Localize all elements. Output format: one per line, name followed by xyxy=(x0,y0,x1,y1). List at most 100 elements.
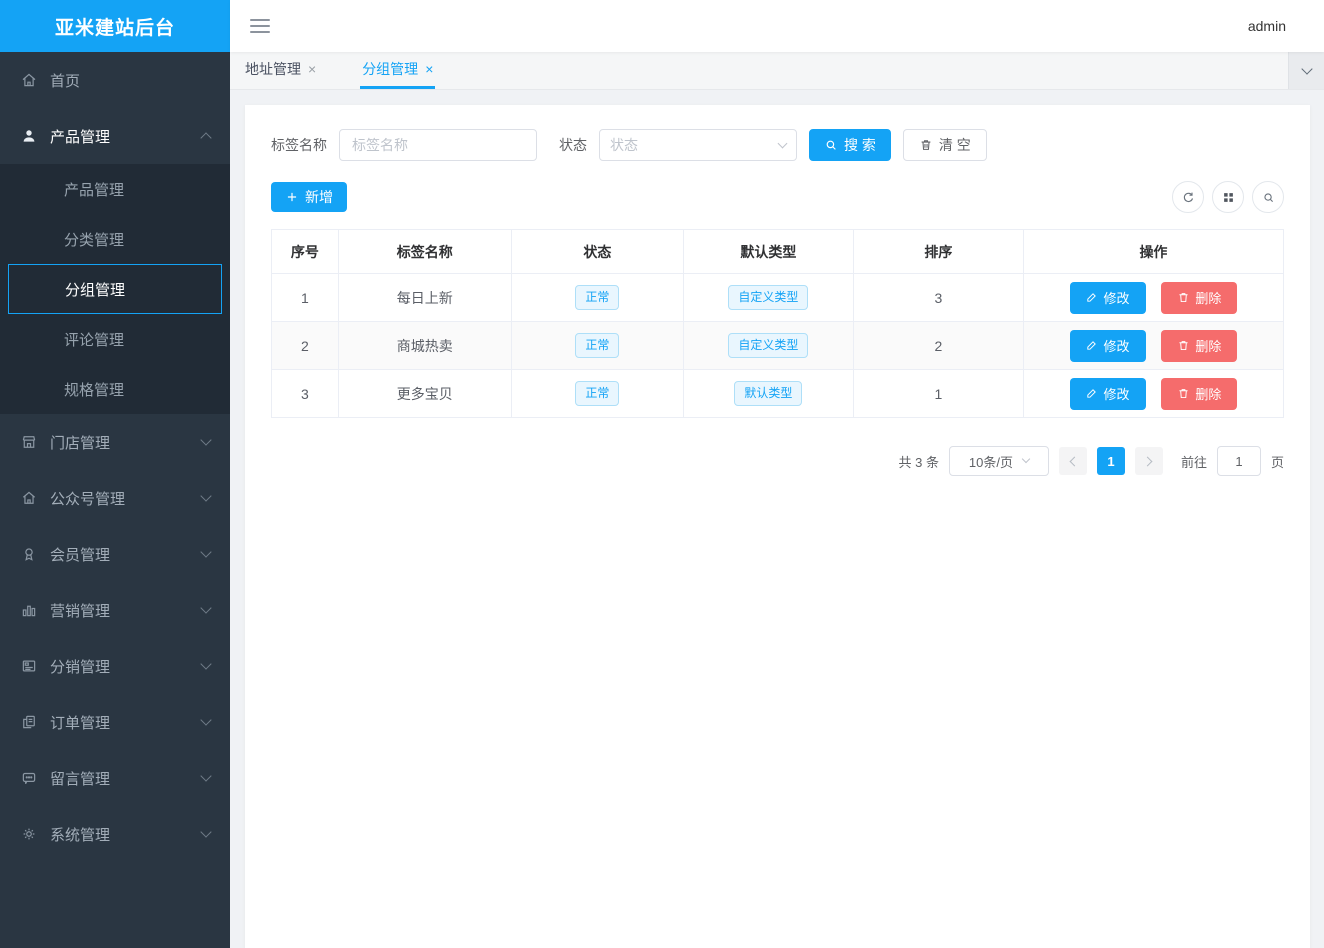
search-form: 标签名称 状态 状态 搜 索 清 xyxy=(271,129,1284,161)
search-button[interactable]: 搜 索 xyxy=(809,129,891,161)
delete-button[interactable]: 删除 xyxy=(1161,330,1237,362)
pen-icon xyxy=(1085,291,1098,304)
status-field-label: 状态 xyxy=(559,135,587,155)
type-badge: 自定义类型 xyxy=(728,285,808,309)
cell-sort: 2 xyxy=(853,322,1023,370)
marketing-icon xyxy=(20,601,38,619)
refresh-button[interactable] xyxy=(1172,181,1204,213)
sidebar: 亚米建站后台 首页 产品管理 产品管理 分类管理 分组管理 评论管理 规格管理 … xyxy=(0,0,230,948)
chevron-down-icon xyxy=(200,714,211,725)
tab-group-manage[interactable]: 分组管理 × xyxy=(360,52,435,89)
sidebar-subitem-product-manage[interactable]: 产品管理 xyxy=(0,164,230,214)
sidebar-subitem-spec-manage[interactable]: 规格管理 xyxy=(0,364,230,414)
chevron-down-icon xyxy=(200,770,211,781)
chevron-down-icon xyxy=(200,826,211,837)
chevron-down-icon xyxy=(200,658,211,669)
page-size-select[interactable]: 10条/页 xyxy=(949,446,1049,476)
sidebar-nav: 首页 产品管理 产品管理 分类管理 分组管理 评论管理 规格管理 门店管理 xyxy=(0,52,230,948)
col-sort: 排序 xyxy=(853,230,1023,274)
sidebar-item-store[interactable]: 门店管理 xyxy=(0,414,230,470)
type-badge: 默认类型 xyxy=(734,381,802,405)
settings-icon xyxy=(20,825,38,843)
trash-icon xyxy=(1177,339,1190,352)
edit-button[interactable]: 修改 xyxy=(1070,282,1146,314)
message-icon xyxy=(20,769,38,787)
chevron-up-icon xyxy=(200,132,211,143)
sidebar-item-message[interactable]: 留言管理 xyxy=(0,750,230,806)
prev-page-button[interactable] xyxy=(1059,447,1087,475)
shop-icon xyxy=(20,433,38,451)
sidebar-subitem-category-manage[interactable]: 分类管理 xyxy=(0,214,230,264)
tab-address-manage[interactable]: 地址管理 × xyxy=(243,52,318,89)
table-row: 1 每日上新 正常 自定义类型 3 修改 删除 xyxy=(272,274,1284,322)
name-input[interactable] xyxy=(339,129,537,161)
main-area: admin 地址管理 × 分组管理 × 标签名称 状态 xyxy=(230,0,1324,948)
goto-label: 前往 xyxy=(1181,452,1207,471)
sidebar-item-member[interactable]: 会员管理 xyxy=(0,526,230,582)
close-icon[interactable]: × xyxy=(308,62,316,76)
pen-icon xyxy=(1085,339,1098,352)
delete-button[interactable]: 删除 xyxy=(1161,378,1237,410)
col-type: 默认类型 xyxy=(683,230,853,274)
sidebar-toggle-icon[interactable] xyxy=(250,19,270,33)
home-icon xyxy=(20,71,38,89)
edit-button[interactable]: 修改 xyxy=(1070,378,1146,410)
status-badge: 正常 xyxy=(575,333,619,357)
plus-icon xyxy=(285,190,299,204)
sidebar-item-official-account[interactable]: 公众号管理 xyxy=(0,470,230,526)
sidebar-item-label: 留言管理 xyxy=(50,768,202,789)
sidebar-item-product[interactable]: 产品管理 xyxy=(0,108,230,164)
add-button[interactable]: 新增 xyxy=(271,182,347,212)
delete-button[interactable]: 删除 xyxy=(1161,282,1237,314)
status-select-placeholder: 状态 xyxy=(610,135,638,155)
sidebar-subitem-group-manage[interactable]: 分组管理 xyxy=(8,264,222,314)
col-no: 序号 xyxy=(272,230,339,274)
sidebar-subitem-label: 分类管理 xyxy=(64,229,124,250)
sidebar-item-home[interactable]: 首页 xyxy=(0,52,230,108)
pen-icon xyxy=(1085,387,1098,400)
clear-button-label: 清 空 xyxy=(939,135,971,155)
sidebar-subitem-comment-manage[interactable]: 评论管理 xyxy=(0,314,230,364)
status-select[interactable]: 状态 xyxy=(599,129,797,161)
sidebar-item-distribution[interactable]: 分销管理 xyxy=(0,638,230,694)
page-unit-label: 页 xyxy=(1271,452,1284,471)
sidebar-item-marketing[interactable]: 营销管理 xyxy=(0,582,230,638)
goto-page-input[interactable] xyxy=(1217,446,1261,476)
tab-label: 分组管理 xyxy=(362,59,418,79)
col-actions: 操作 xyxy=(1023,230,1283,274)
order-icon xyxy=(20,713,38,731)
current-page-button[interactable]: 1 xyxy=(1097,447,1125,475)
trash-icon xyxy=(1177,291,1190,304)
sidebar-item-order[interactable]: 订单管理 xyxy=(0,694,230,750)
chevron-down-icon xyxy=(778,138,788,148)
column-settings-button[interactable] xyxy=(1212,181,1244,213)
app-window: 亚米建站后台 首页 产品管理 产品管理 分类管理 分组管理 评论管理 规格管理 … xyxy=(0,0,1324,948)
tab-label: 地址管理 xyxy=(245,59,301,79)
cell-no: 3 xyxy=(272,370,339,418)
close-icon[interactable]: × xyxy=(425,62,433,76)
page-content: 标签名称 状态 状态 搜 索 清 xyxy=(230,90,1324,948)
sidebar-item-system[interactable]: 系统管理 xyxy=(0,806,230,862)
pagination: 共 3 条 10条/页 1 前往 页 xyxy=(271,446,1284,476)
next-page-button[interactable] xyxy=(1135,447,1163,475)
clear-button[interactable]: 清 空 xyxy=(903,129,987,161)
delete-button-label: 删除 xyxy=(1195,384,1221,403)
chevron-down-icon xyxy=(200,490,211,501)
top-header: admin xyxy=(230,0,1324,52)
distribution-icon xyxy=(20,657,38,675)
cell-sort: 3 xyxy=(853,274,1023,322)
chevron-down-icon xyxy=(200,434,211,445)
delete-button-label: 删除 xyxy=(1195,336,1221,355)
tab-dropdown-button[interactable] xyxy=(1288,52,1324,89)
chevron-down-icon xyxy=(1301,63,1312,74)
sidebar-subitem-label: 产品管理 xyxy=(64,179,124,200)
grid-icon xyxy=(1221,190,1236,205)
sidebar-submenu-product: 产品管理 分类管理 分组管理 评论管理 规格管理 xyxy=(0,164,230,414)
sidebar-item-label: 会员管理 xyxy=(50,544,202,565)
table-search-button[interactable] xyxy=(1252,181,1284,213)
name-field-label: 标签名称 xyxy=(271,135,327,155)
user-icon xyxy=(20,127,38,145)
edit-button[interactable]: 修改 xyxy=(1070,330,1146,362)
status-badge: 正常 xyxy=(575,381,619,405)
user-menu[interactable]: admin xyxy=(1248,18,1286,34)
